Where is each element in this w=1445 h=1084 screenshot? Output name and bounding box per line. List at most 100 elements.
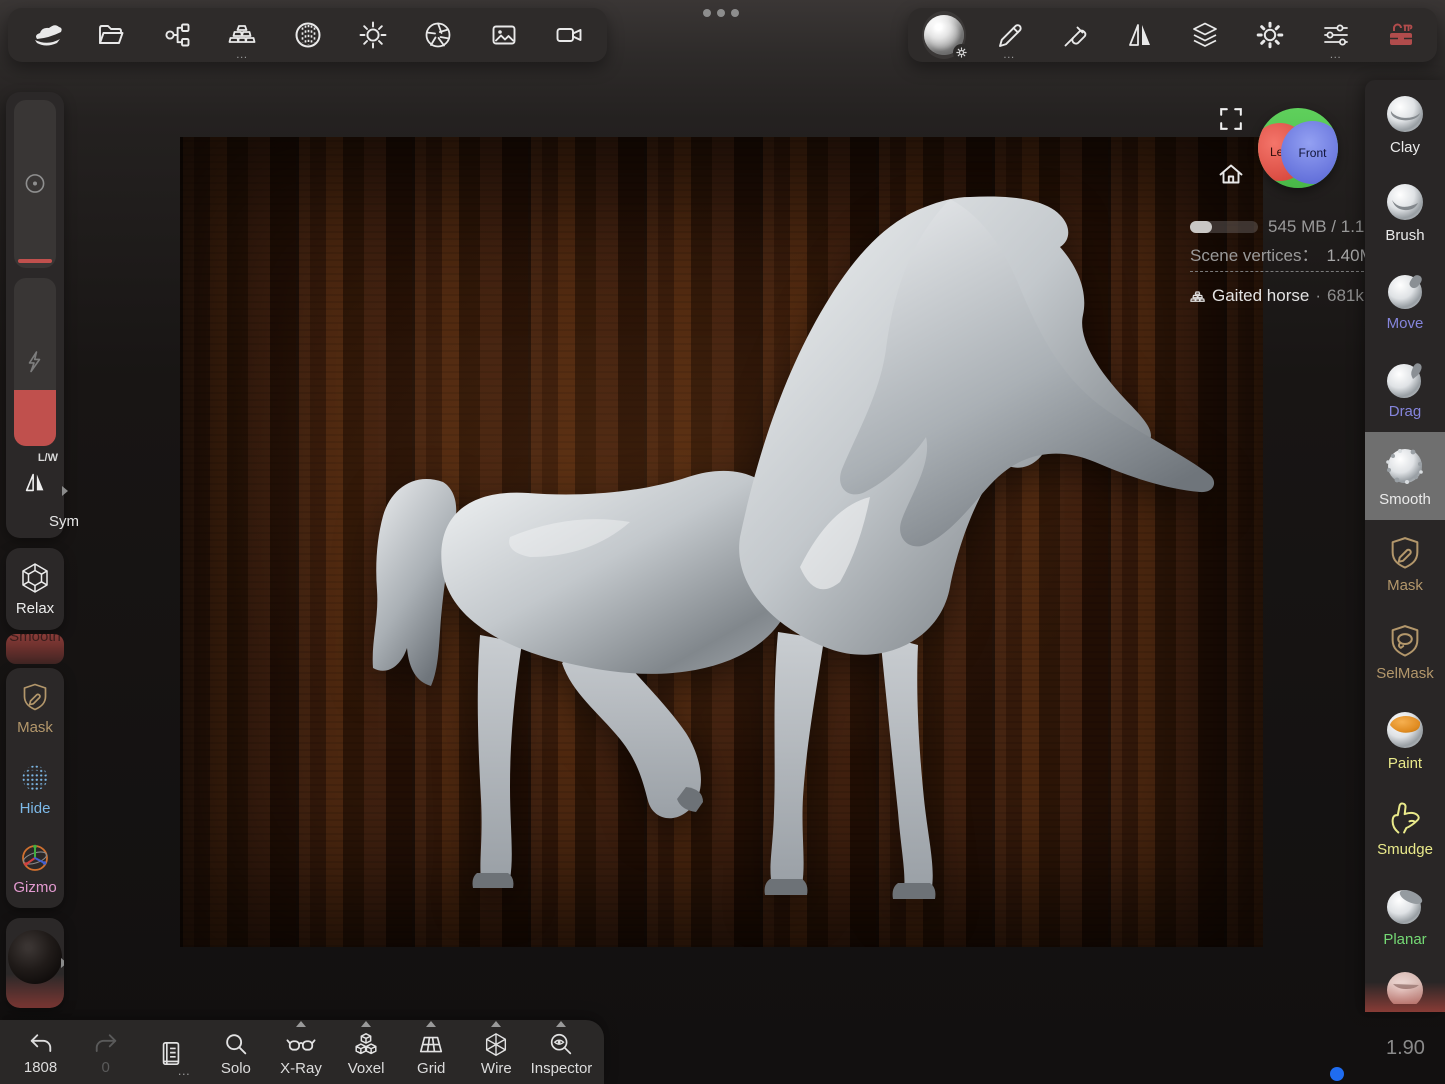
files-button[interactable] [89, 13, 133, 57]
tool-drag[interactable]: Drag [1365, 344, 1445, 432]
wireframe-icon [482, 1031, 510, 1059]
smooth-tool-peek[interactable]: Smooth [6, 634, 64, 664]
grid-icon [417, 1031, 445, 1059]
tool-smooth[interactable]: Smooth [1365, 432, 1445, 520]
grid-button[interactable]: Grid [399, 1020, 464, 1084]
tool-paint-label: Paint [1388, 755, 1422, 772]
window-drag-handle[interactable] [703, 9, 739, 17]
tool-planar-label: Planar [1383, 931, 1426, 948]
tool-selmask-label: SelMask [1376, 665, 1434, 682]
selmask-tool-icon [1385, 622, 1425, 662]
orientation-nav-ball[interactable]: Left Front [1258, 108, 1338, 188]
history-button[interactable]: … [138, 1020, 203, 1084]
tool-move-label: Move [1387, 315, 1424, 332]
paint-all-button[interactable] [1053, 13, 1097, 57]
fullscreen-corners-icon [1217, 105, 1245, 133]
left-tools-panel: Mask Hide Gizmo [6, 668, 64, 908]
sidebar-bottom-gradient [1365, 982, 1445, 1012]
symmetry-button[interactable] [1118, 13, 1162, 57]
tweaks-overflow-dots: … [1329, 47, 1342, 61]
nav-front-label: Front [1298, 146, 1326, 160]
tool-planar[interactable]: Planar [1365, 872, 1445, 960]
horse-sculpture [180, 137, 1263, 947]
active-tool-preview-button[interactable] [922, 13, 966, 57]
hide-tool-button[interactable]: Hide [6, 748, 64, 828]
fullscreen-button[interactable] [1217, 105, 1245, 133]
tool-paint[interactable]: Paint [1365, 696, 1445, 784]
mask-shield-icon [18, 681, 52, 715]
object-separator: · [1315, 286, 1321, 306]
settings-button[interactable] [1248, 13, 1292, 57]
camera-button[interactable] [547, 13, 591, 57]
wire-button[interactable]: Wire [464, 1020, 529, 1084]
tool-mask[interactable]: Mask [1365, 520, 1445, 608]
magnifier-icon [222, 1031, 250, 1059]
sym-mirror-icon [21, 468, 49, 496]
planar-tool-icon [1383, 884, 1427, 928]
voxel-button[interactable]: Voxel [334, 1020, 399, 1084]
tweaks-button[interactable]: … [1314, 13, 1358, 57]
mask-label: Mask [17, 719, 53, 736]
inspector-caret-icon [556, 1021, 566, 1027]
material-sphere-icon [293, 20, 323, 50]
top-left-toolbar: … [8, 8, 607, 62]
lighting-button[interactable] [351, 13, 395, 57]
topology-bricks-icon [227, 20, 257, 50]
scene-object-row[interactable]: Gaited horse · 681k [1189, 286, 1364, 306]
eye-magnifier-icon [547, 1031, 575, 1059]
pencil-icon [994, 20, 1024, 50]
sculpt-viewport[interactable] [180, 137, 1263, 947]
gizmo-label: Gizmo [13, 879, 56, 896]
tool-smudge[interactable]: Smudge [1365, 784, 1445, 872]
redo-button[interactable]: 0 [73, 1020, 138, 1084]
material-button[interactable] [286, 13, 330, 57]
tool-clay[interactable]: Clay [1365, 80, 1445, 168]
background-button[interactable] [482, 13, 526, 57]
xray-button[interactable]: X-Ray [268, 1020, 333, 1084]
stroke-button[interactable]: … [987, 13, 1031, 57]
solo-button[interactable]: Solo [203, 1020, 268, 1084]
postprocess-button[interactable] [416, 13, 460, 57]
object-topology-icon [1189, 289, 1206, 304]
home-view-button[interactable] [1216, 159, 1246, 189]
app-logo-button[interactable] [24, 13, 68, 57]
inspector-button[interactable]: Inspector [529, 1020, 594, 1084]
brush-tool-icon [1383, 180, 1427, 224]
scene-graph-icon [162, 20, 192, 50]
move-tool-icon [1383, 268, 1427, 312]
toolbox-button[interactable] [1379, 13, 1423, 57]
tool-settings-gear-icon [953, 44, 970, 61]
voxel-cubes-icon [352, 1031, 380, 1059]
radius-slider[interactable] [14, 100, 56, 268]
scene-graph-button[interactable] [155, 13, 199, 57]
circle-dot-icon [22, 170, 48, 196]
tool-move[interactable]: Move [1365, 256, 1445, 344]
topology-button[interactable]: … [220, 13, 264, 57]
tool-brush[interactable]: Brush [1365, 168, 1445, 256]
undo-button[interactable]: 1808 [8, 1020, 73, 1084]
relax-web-icon [18, 561, 52, 595]
tool-smudge-label: Smudge [1377, 841, 1433, 858]
touch-indicator-dot [1330, 1067, 1344, 1081]
material-preview-button[interactable] [6, 918, 64, 1008]
topology-overflow-dots: … [236, 47, 249, 61]
sym-label: Sym [35, 513, 93, 530]
object-name: Gaited horse [1212, 286, 1309, 306]
strength-slider-value [14, 390, 56, 446]
strength-slider[interactable] [14, 278, 56, 446]
xray-caret-icon [296, 1021, 306, 1027]
nomad-logo-icon [30, 19, 62, 51]
gizmo-icon [18, 841, 52, 875]
nav-front-face[interactable]: Front [1281, 121, 1338, 184]
mask-tool-button[interactable]: Mask [6, 668, 64, 748]
layers-button[interactable] [1183, 13, 1227, 57]
symmetry-toggle[interactable]: L/W Sym [6, 454, 64, 530]
sym-mode-label: L/W [38, 452, 58, 464]
solo-label: Solo [221, 1060, 251, 1077]
relax-tool-button[interactable]: Relax [6, 548, 64, 630]
tool-drag-label: Drag [1389, 403, 1422, 420]
layers-stack-icon [1190, 20, 1220, 50]
voxel-label: Voxel [348, 1060, 385, 1077]
tool-selmask[interactable]: SelMask [1365, 608, 1445, 696]
gizmo-tool-button[interactable]: Gizmo [6, 828, 64, 908]
